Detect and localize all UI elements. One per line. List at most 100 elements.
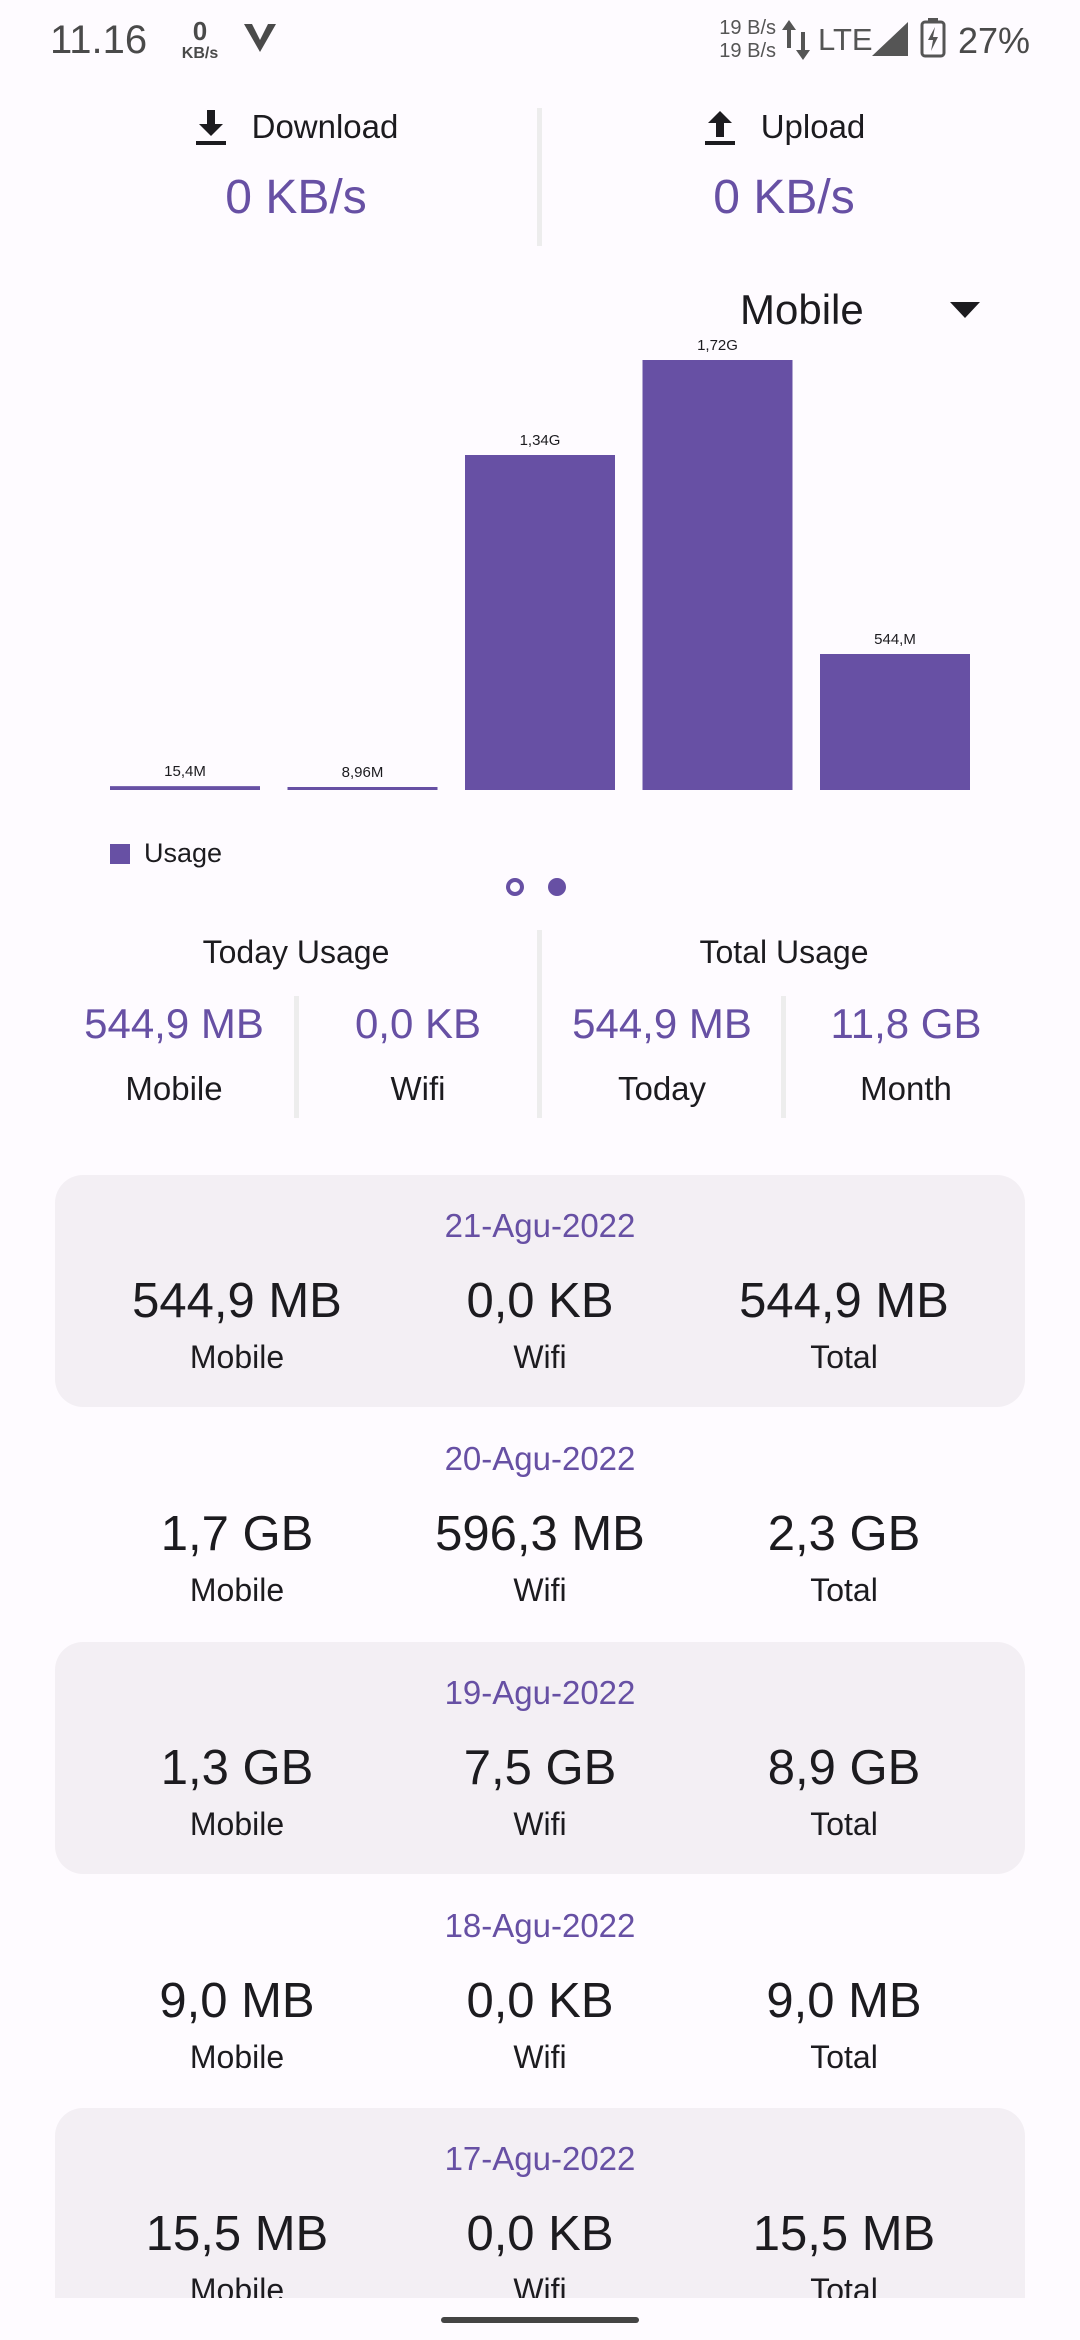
summary-value: 544,9 MB — [572, 1000, 752, 1047]
summary-total-today: 544,9 MB Today — [540, 1000, 784, 1108]
history-total-label: Total — [810, 1806, 878, 1842]
history-total: 15,5 MB Total — [689, 2206, 999, 2298]
network-type: LTE — [818, 22, 873, 57]
net-speed-unit: KB/s — [181, 45, 219, 62]
history-total-label: Total — [810, 1339, 878, 1375]
chart-bar-5[interactable] — [820, 654, 970, 790]
history-card[interactable]: 17-Agu-2022 15,5 MB Mobile 0,0 KB Wifi 1… — [55, 2108, 1025, 2298]
download-speed-value: 0 KB/s — [225, 171, 367, 224]
history-wifi-label: Wifi — [513, 2272, 567, 2298]
history-wifi: 596,3 MB Wifi — [385, 1506, 695, 1609]
history-wifi-label: Wifi — [513, 1339, 567, 1375]
summary-value: 11,8 GB — [830, 1000, 982, 1047]
history-mobile: 544,9 MB Mobile — [82, 1273, 392, 1376]
history-date: 20-Agu-2022 — [444, 1440, 636, 1477]
history-mobile-label: Mobile — [189, 2039, 285, 2075]
home-gesture-handle[interactable] — [441, 2317, 639, 2323]
history-mobile: 1,7 GB Mobile — [82, 1506, 392, 1609]
history-total-label: Total — [810, 2272, 878, 2298]
history-date: 21-Agu-2022 — [444, 1207, 636, 1244]
history-total-value: 15,5 MB — [752, 2207, 936, 2261]
history-wifi-value: 7,5 GB — [463, 1741, 617, 1795]
app-screen: 11.16 0 KB/s 19 B/s 19 B/s LTE 27% Downl… — [0, 0, 1080, 2298]
chart-bar-2[interactable] — [287, 787, 438, 790]
download-speed-panel: Download 0 KB/s — [106, 108, 486, 225]
history-wifi: 7,5 GB Wifi — [385, 1740, 695, 1843]
history-wifi: 0,0 KB Wifi — [385, 2206, 695, 2298]
chart-page-indicator[interactable] — [506, 878, 566, 896]
history-wifi-label: Wifi — [513, 2039, 567, 2075]
history-card[interactable]: 20-Agu-2022 1,7 GB Mobile 596,3 MB Wifi … — [55, 1408, 1025, 1640]
signal-icon — [872, 22, 908, 56]
legend-label: Usage — [144, 838, 223, 868]
vpn-v-icon — [244, 24, 276, 52]
chart-legend: Usage — [110, 838, 222, 869]
history-total-value: 9,0 MB — [766, 1974, 922, 2028]
net-speed-indicator: 0 KB/s — [176, 18, 224, 62]
today-usage-title: Today Usage — [202, 934, 390, 970]
chart-bar-1[interactable] — [110, 786, 260, 790]
data-rates: 19 B/s 19 B/s — [710, 17, 776, 63]
page-dot-2[interactable] — [548, 878, 566, 896]
history-wifi-value: 0,0 KB — [466, 1974, 614, 2028]
chart-bar-3[interactable] — [465, 455, 615, 790]
chart-value-label-3: 1,34G — [520, 432, 561, 449]
chart-value-label-2: 8,96M — [342, 764, 384, 781]
history-total-value: 544,9 MB — [739, 1274, 949, 1328]
download-label-row: Download — [106, 108, 486, 146]
rate-up: 19 B/s — [719, 17, 776, 39]
usage-bar-chart[interactable]: 15,4M 8,96M 1,34G 1,72G 544,M — [0, 320, 1080, 800]
data-arrows-icon — [782, 20, 810, 60]
history-total-label: Total — [810, 2039, 878, 2075]
history-total: 544,9 MB Total — [689, 1273, 999, 1376]
history-mobile-label: Mobile — [189, 2272, 285, 2298]
upload-icon — [704, 111, 735, 145]
history-mobile: 15,5 MB Mobile — [82, 2206, 392, 2298]
download-label: Download — [251, 108, 399, 145]
chart-value-label-1: 15,4M — [164, 763, 206, 780]
summary-label: Mobile — [125, 1070, 223, 1107]
history-mobile-value: 1,7 GB — [160, 1507, 314, 1561]
history-wifi-value: 596,3 MB — [435, 1507, 645, 1561]
history-mobile-value: 15,5 MB — [145, 2207, 329, 2261]
summary-label: Month — [860, 1070, 952, 1107]
history-total: 8,9 GB Total — [689, 1740, 999, 1843]
page-dot-1[interactable] — [506, 878, 524, 896]
history-total: 2,3 GB Total — [689, 1506, 999, 1609]
clock: 11.16 — [50, 18, 148, 62]
history-total-value: 8,9 GB — [767, 1741, 921, 1795]
history-wifi-label: Wifi — [513, 1806, 567, 1842]
history-card[interactable]: 21-Agu-2022 544,9 MB Mobile 0,0 KB Wifi … — [55, 1175, 1025, 1407]
history-mobile-value: 1,3 GB — [160, 1741, 314, 1795]
summary-total-month: 11,8 GB Month — [784, 1000, 1028, 1108]
history-date: 17-Agu-2022 — [444, 2140, 636, 2177]
history-wifi-label: Wifi — [513, 1572, 567, 1608]
chart-value-label-5: 544,M — [874, 631, 916, 648]
history-wifi-value: 0,0 KB — [466, 1274, 614, 1328]
chart-bar-4[interactable] — [642, 360, 793, 790]
history-mobile: 9,0 MB Mobile — [82, 1973, 392, 2076]
history-wifi-value: 0,0 KB — [466, 2207, 614, 2261]
history-wifi: 0,0 KB Wifi — [385, 1273, 695, 1376]
history-date: 19-Agu-2022 — [444, 1674, 636, 1711]
chart-value-label-4: 1,72G — [697, 337, 738, 354]
history-mobile-label: Mobile — [189, 1572, 285, 1608]
upload-speed-panel: Upload 0 KB/s — [594, 108, 974, 225]
history-card[interactable]: 19-Agu-2022 1,3 GB Mobile 7,5 GB Wifi 8,… — [55, 1642, 1025, 1874]
history-mobile-label: Mobile — [189, 1339, 285, 1375]
summary-label: Today — [617, 1070, 707, 1107]
history-wifi: 0,0 KB Wifi — [385, 1973, 695, 2076]
battery-percent: 27% — [958, 20, 1031, 61]
upload-speed-value: 0 KB/s — [713, 171, 855, 224]
navigation-bar — [0, 2298, 1080, 2340]
rate-down: 19 B/s — [719, 40, 776, 62]
dropdown-arrow-icon — [950, 302, 980, 318]
summary-today-mobile: 544,9 MB Mobile — [52, 1000, 296, 1108]
net-speed-value: 0 — [192, 16, 208, 46]
legend-swatch — [110, 843, 130, 864]
history-total: 9,0 MB Total — [689, 1973, 999, 2076]
history-mobile-value: 9,0 MB — [159, 1974, 315, 2028]
speed-divider — [537, 108, 542, 246]
history-card[interactable]: 18-Agu-2022 9,0 MB Mobile 0,0 KB Wifi 9,… — [55, 1875, 1025, 2107]
history-total-label: Total — [810, 1572, 878, 1608]
